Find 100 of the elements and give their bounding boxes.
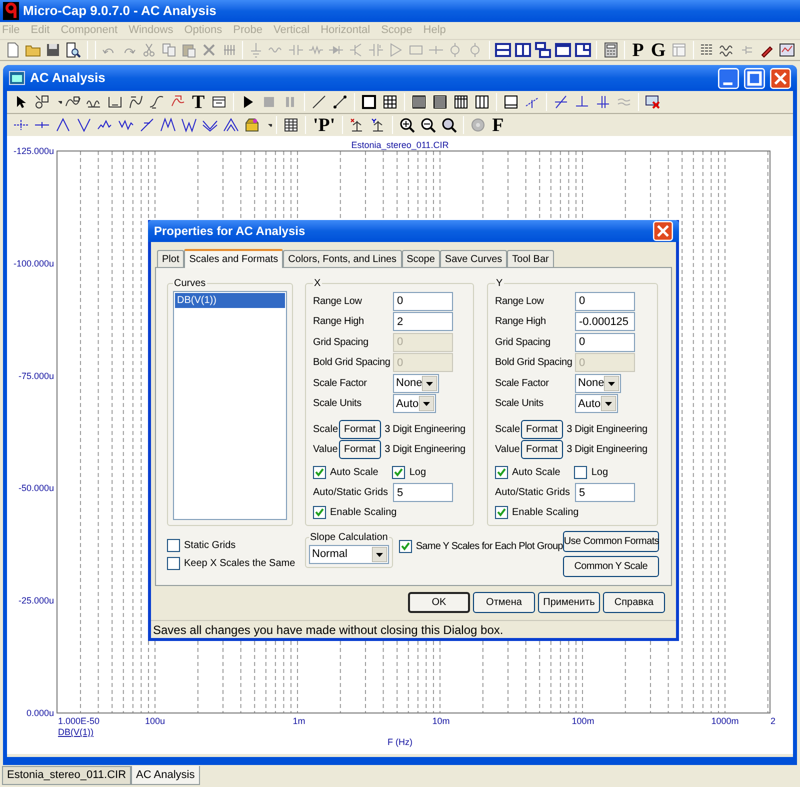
chest-icon[interactable]	[244, 117, 260, 133]
format-button[interactable]: Format	[521, 420, 563, 438]
close-button[interactable]	[770, 68, 791, 88]
peak-icon[interactable]	[55, 117, 71, 133]
input-field[interactable]: 0	[575, 332, 635, 352]
zoom-out-icon[interactable]	[420, 117, 436, 133]
letter-button[interactable]: T	[189, 92, 208, 112]
cursor-icon[interactable]	[552, 94, 569, 110]
dropdown[interactable]: Auto	[575, 394, 618, 414]
frame-icon[interactable]	[502, 94, 519, 110]
dialog-button[interactable]: Common Y Scale	[562, 556, 659, 577]
tab[interactable]: Save Curves	[440, 250, 508, 267]
curves-list[interactable]: DB(V(1))	[173, 291, 287, 520]
checkbox[interactable]	[398, 540, 412, 553]
format-button[interactable]: Format	[339, 440, 381, 458]
properties-icon[interactable]	[210, 94, 227, 110]
dropdown-arrow-icon[interactable]	[422, 376, 438, 391]
field-label: Scale Factor	[313, 376, 368, 391]
letter-button[interactable]: P	[629, 40, 647, 60]
minimize-button[interactable]	[718, 68, 739, 88]
dialog-button[interactable]: Справка	[603, 592, 665, 613]
checkbox[interactable]	[574, 466, 588, 478]
zoom-in-icon[interactable]	[399, 117, 416, 133]
tab[interactable]: Plot	[157, 250, 184, 267]
peaks-icon[interactable]	[160, 117, 176, 133]
dropdown[interactable]: Normal	[309, 545, 389, 564]
dropdown-arrow-icon[interactable]	[418, 396, 434, 412]
curve-icon[interactable]	[128, 94, 144, 110]
checkbox[interactable]	[495, 506, 508, 518]
field-label: Range Low	[495, 294, 545, 309]
checkbox[interactable]	[167, 539, 180, 552]
input-field[interactable]: 5	[575, 483, 635, 502]
page-icon[interactable]	[5, 42, 22, 58]
checkbox[interactable]	[495, 466, 508, 478]
dropdown[interactable]: None	[393, 374, 440, 393]
dropdown-arrow-icon[interactable]	[600, 396, 616, 412]
calculator-icon[interactable]	[602, 42, 619, 58]
cursor-icon[interactable]	[594, 94, 611, 110]
checkbox-label: Log	[591, 466, 608, 480]
line-points-icon[interactable]	[332, 94, 348, 110]
window-icon[interactable]	[555, 42, 572, 58]
close-button[interactable]	[653, 221, 673, 241]
peaks-icon[interactable]	[223, 117, 239, 133]
table-icon[interactable]	[283, 117, 299, 133]
dropdown[interactable]: None	[575, 374, 622, 393]
grid-icon[interactable]	[432, 94, 448, 110]
dropdown-arrow-icon[interactable]	[372, 547, 387, 562]
input-field[interactable]: 0	[575, 292, 635, 311]
valley-icon[interactable]	[76, 117, 92, 133]
wave-icon[interactable]	[118, 117, 134, 133]
split-window-icon[interactable]	[495, 42, 512, 58]
curve-label[interactable]: DB(V(1))	[58, 727, 94, 737]
peaks-icon[interactable]	[181, 117, 197, 133]
slope-icon[interactable]	[139, 117, 155, 133]
dialog-button[interactable]: Отмена	[473, 592, 535, 613]
grid-icon[interactable]	[474, 94, 490, 110]
dialog-button[interactable]: OK	[408, 592, 470, 613]
maximize-button[interactable]	[744, 68, 765, 88]
checkbox[interactable]	[313, 466, 326, 478]
dropdown-arrow-icon[interactable]	[604, 376, 620, 391]
grid-icon[interactable]	[410, 94, 427, 110]
tab[interactable]: Tool Bar	[507, 250, 554, 267]
magnifier-icon[interactable]	[441, 117, 458, 133]
crosshair-icon[interactable]	[13, 117, 29, 133]
input-field[interactable]: 2	[393, 312, 453, 332]
window-icon[interactable]	[574, 42, 591, 58]
tick-label: 1m	[292, 716, 306, 726]
checkbox[interactable]	[392, 466, 406, 478]
page-magnifier-icon[interactable]	[65, 42, 82, 58]
bracket-icon[interactable]	[107, 94, 123, 110]
clipboard-icon[interactable]	[180, 42, 197, 58]
checkbox[interactable]	[167, 557, 180, 570]
dropdown[interactable]: Auto	[393, 394, 436, 414]
chart-icon[interactable]	[778, 42, 795, 58]
letter-button[interactable]: F	[489, 116, 507, 134]
input-field[interactable]: 5	[393, 483, 453, 502]
input-field[interactable]: -0.000125	[575, 312, 635, 332]
shapes-icon[interactable]	[34, 94, 50, 110]
tab[interactable]: Colors, Fonts, and Lines	[283, 250, 402, 267]
axis-title: F (Hz)	[388, 737, 412, 747]
tab[interactable]: Scales and Formats	[184, 249, 284, 268]
format-button[interactable]: Format	[521, 440, 563, 458]
split-window-icon[interactable]	[515, 42, 532, 58]
checkbox[interactable]	[313, 506, 326, 518]
format-button[interactable]: Format	[339, 420, 381, 438]
list-item[interactable]: DB(V(1))	[175, 293, 285, 308]
document-tab[interactable]: Estonia_stereo_011.CIR	[2, 766, 132, 785]
diagonal-line-icon[interactable]	[310, 94, 327, 110]
letter-button[interactable]: G	[648, 40, 669, 60]
input-field[interactable]: 0	[393, 292, 453, 311]
grid-icon[interactable]	[452, 94, 469, 110]
tab[interactable]: Scope	[402, 250, 440, 267]
document-tab[interactable]: AC Analysis	[131, 766, 200, 785]
grid-icon[interactable]	[382, 94, 398, 110]
dialog-button[interactable]: Применить	[538, 592, 600, 613]
stacked-windows-icon[interactable]	[535, 42, 552, 58]
letter-button[interactable]: 'P'	[310, 116, 338, 134]
curve-icon[interactable]	[149, 94, 165, 110]
frame-icon[interactable]	[360, 94, 377, 110]
chart-delete-icon[interactable]	[644, 94, 661, 110]
